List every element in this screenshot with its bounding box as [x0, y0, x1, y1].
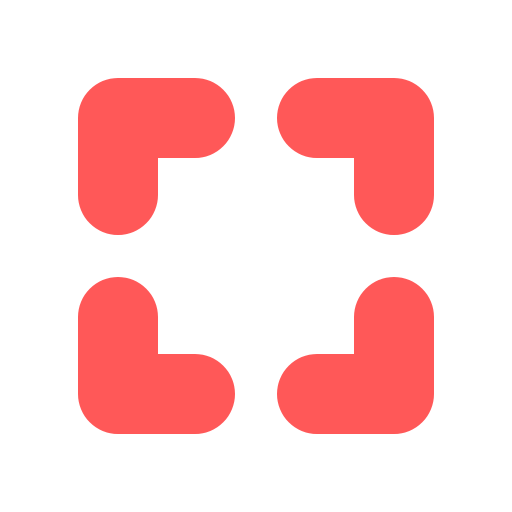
- top-left-corner: [78, 78, 235, 235]
- fullscreen-corners-icon: [78, 78, 434, 434]
- top-right-corner: [277, 78, 434, 235]
- bottom-right-corner: [277, 277, 434, 434]
- icon-canvas: [0, 0, 512, 512]
- bottom-left-corner: [78, 277, 235, 434]
